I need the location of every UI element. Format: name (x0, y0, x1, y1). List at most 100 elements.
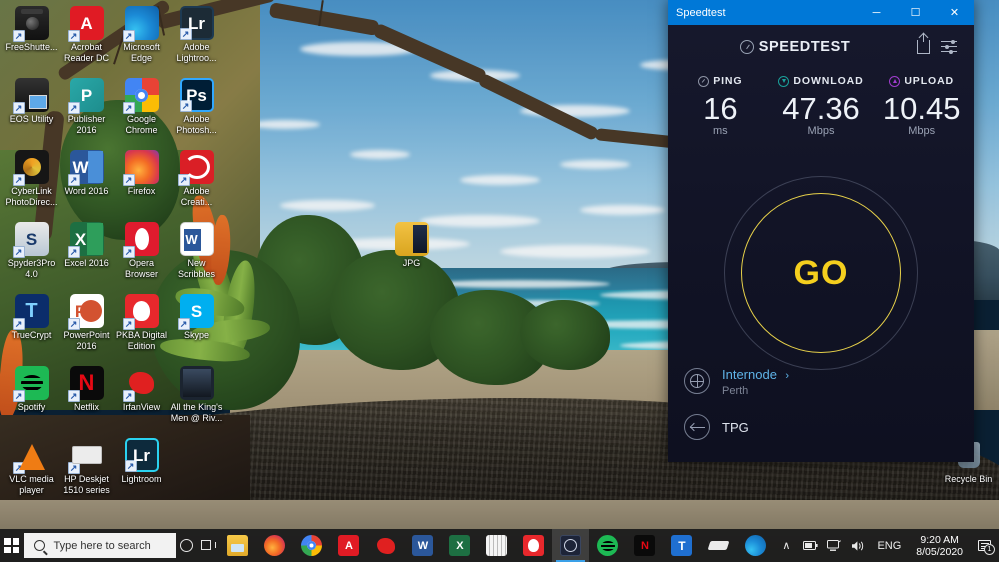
clock[interactable]: 9:20 AM 8/05/2020 (908, 534, 971, 558)
desktop-icon-label: EOS Utility (9, 114, 54, 124)
desktop-icon-label: Word 2016 (64, 186, 109, 196)
speedtest-brand: SPEEDTEST (680, 39, 910, 55)
battery-glyph (802, 541, 818, 550)
taskbar-app-pkba-digital-edition[interactable] (515, 529, 552, 562)
desktop-icon-vlc-media-player[interactable]: VLC media player (3, 438, 60, 495)
desktop-icon-jpg-folder[interactable]: JPG (383, 222, 440, 269)
battery-icon[interactable] (798, 529, 822, 562)
desktop-icon-adobe-creati[interactable]: Adobe Creati... (168, 150, 225, 207)
edge-icon (122, 6, 159, 42)
network-icon[interactable] (822, 529, 846, 562)
desktop-icon-cyberlink-photodirec[interactable]: CyberLink PhotoDirec... (3, 150, 60, 207)
desktop-icon-irfanview[interactable]: IrfanView (113, 366, 170, 413)
desktop-icon-label: All the King's Men @ Riv... (170, 402, 223, 423)
speedometer-icon (739, 40, 754, 54)
desktop-icon-spotify[interactable]: Spotify (3, 366, 60, 413)
share-button[interactable] (910, 33, 936, 60)
tray-chevron-up-icon[interactable]: ∧ (774, 529, 798, 562)
desktop-icon-word-2016[interactable]: WWord 2016 (58, 150, 115, 197)
ping-icon (698, 75, 710, 87)
taskbar-app-calculator[interactable] (478, 529, 515, 562)
netflix-icon: N (634, 535, 656, 556)
metric-label: PING (713, 75, 743, 87)
lr2-icon: Lr (124, 438, 159, 472)
shortcut-overlay-icon (177, 318, 190, 330)
taskbar-app-acrobat-reader[interactable]: A (330, 529, 367, 562)
taskbar[interactable]: Type here to search A WX NT ∧ ENG 9:20 AM … (0, 529, 999, 562)
taskbar-app-excel[interactable]: X (441, 529, 478, 562)
start-button[interactable] (0, 529, 24, 562)
isp-row[interactable]: TPG (684, 404, 958, 450)
window-title-bar[interactable]: Speedtest ─ ☐ ✕ (668, 0, 974, 25)
settings-button[interactable] (936, 34, 962, 60)
desktop-icon-opera-browser[interactable]: Opera Browser (113, 222, 170, 279)
taskbar-app-spotify[interactable] (589, 529, 626, 562)
maximize-button[interactable]: ☐ (896, 0, 935, 25)
acrobat-icon: A (67, 6, 104, 42)
desktop-icon-truecrypt[interactable]: TrueCrypt (3, 294, 60, 341)
taskbar-app-firefox[interactable] (256, 529, 293, 562)
taskbar-app-microsoft-edge[interactable] (737, 529, 774, 562)
server-name[interactable]: Internode (722, 367, 777, 382)
desktop-icon-pkba-digital-edition[interactable]: PKBA Digital Edition (113, 294, 170, 351)
minimize-button[interactable]: ─ (857, 0, 896, 25)
desktop-icon-new-scribbles[interactable]: W New Scribbles (168, 222, 225, 279)
skype-icon: S (177, 294, 214, 330)
desktop-icon-publisher-2016[interactable]: PPublisher 2016 (58, 78, 115, 135)
desktop-icon-adobe-photosh[interactable]: PsAdobe Photosh... (168, 78, 225, 135)
desktop-icon-hp-deskjet-1510-series[interactable]: HP Deskjet 1510 series (58, 438, 115, 495)
desktop-icon-freeshutte[interactable]: FreeShutte... (3, 6, 60, 53)
desktop-icon-acrobat-reader-dc[interactable]: AAcrobat Reader DC (58, 6, 115, 63)
sliders-icon (941, 39, 957, 54)
desktop-icon-label: Recycle Bin (944, 474, 993, 484)
close-button[interactable]: ✕ (935, 0, 974, 25)
system-tray[interactable]: ∧ ENG 9:20 AM 8/05/2020 1 (774, 529, 999, 562)
desktop-icon-label: TrueCrypt (11, 330, 52, 340)
taskbar-app-telstra[interactable]: T (663, 529, 700, 562)
globe-icon-circle (684, 368, 710, 394)
calculator-icon (486, 535, 508, 556)
spotify-icon (597, 535, 619, 556)
taskbar-app-sketch-app[interactable] (700, 529, 737, 562)
taskbar-apps[interactable]: A WX NT (219, 529, 774, 562)
desktop-icon-spyder3pro-4-0[interactable]: SSpyder3Pro 4.0 (3, 222, 60, 279)
speedtest-window[interactable]: Speedtest ─ ☐ ✕ SPEEDTEST PING 16 ms DOW… (668, 0, 974, 462)
desktop-icon-firefox[interactable]: Firefox (113, 150, 170, 197)
desktop-icon-microsoft-edge[interactable]: Microsoft Edge (113, 6, 170, 63)
notification-center-button[interactable]: 1 (971, 529, 997, 562)
share-icon (916, 33, 930, 54)
taskbar-app-netflix[interactable]: N (626, 529, 663, 562)
go-button[interactable]: GO (794, 254, 849, 293)
taskbar-app-word[interactable]: W (404, 529, 441, 562)
eos-icon (12, 78, 49, 114)
desktop-icon-eos-utility[interactable]: EOS Utility (3, 78, 60, 125)
desktop-icon-adobe-lightroo[interactable]: LrAdobe Lightroo... (168, 6, 225, 63)
cortana-button[interactable] (176, 529, 198, 562)
spotify-icon (12, 366, 49, 402)
taskbar-app-irfanview[interactable] (367, 529, 404, 562)
volume-icon[interactable] (846, 529, 870, 562)
desktop-icon-netflix[interactable]: NNetflix (58, 366, 115, 413)
desktop-icon-label: JPG (402, 258, 421, 268)
chevron-right-icon[interactable]: › (785, 370, 789, 382)
language-indicator[interactable]: ENG (870, 540, 908, 552)
metric-ping: PING 16 ms (670, 75, 771, 137)
taskbar-app-google-chrome[interactable] (293, 529, 330, 562)
task-view-button[interactable] (198, 529, 220, 562)
desktop[interactable]: FreeShutte...AAcrobat Reader DCMicrosoft… (0, 0, 999, 562)
desktop-icon-excel-2016[interactable]: XExcel 2016 (58, 222, 115, 269)
desktop-icon-all-the-king-s-men-riv[interactable]: All the King's Men @ Riv... (168, 366, 225, 423)
word-icon: W (412, 535, 434, 556)
metric-value: 47.36 (782, 91, 860, 126)
desktop-icon-label: HP Deskjet 1510 series (63, 474, 110, 495)
opera-icon (122, 222, 159, 258)
desktop-icon-powerpoint-2016[interactable]: PPowerPoint 2016 (58, 294, 115, 351)
taskbar-app-speedtest[interactable] (552, 529, 590, 562)
desktop-icon-lightroom[interactable]: Lr Lightroom (113, 438, 170, 485)
taskbar-app-file-explorer[interactable] (219, 529, 256, 562)
search-box[interactable]: Type here to search (23, 533, 176, 558)
desktop-icon-google-chrome[interactable]: Google Chrome (113, 78, 170, 135)
server-row[interactable]: Internode › Perth (684, 358, 958, 404)
go-button-area[interactable]: GO (668, 173, 974, 373)
desktop-icon-skype[interactable]: SSkype (168, 294, 225, 341)
